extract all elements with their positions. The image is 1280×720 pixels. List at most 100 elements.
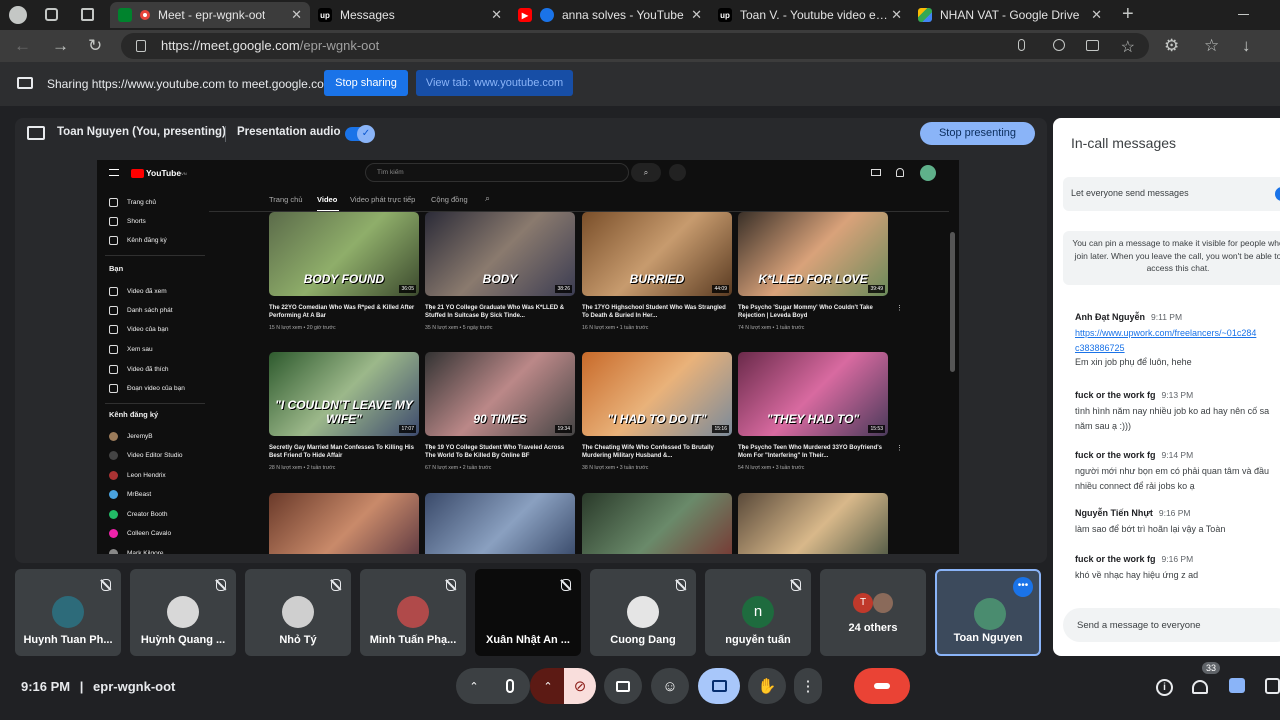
channel-tab[interactable]: Trang chủ bbox=[269, 195, 303, 204]
sidebar-item[interactable]: Video đã thích bbox=[109, 365, 168, 374]
audio-options-button[interactable]: ⌃ bbox=[456, 668, 492, 704]
present-button[interactable] bbox=[698, 668, 740, 704]
close-tab-icon[interactable]: ✕ bbox=[691, 7, 702, 23]
scrollbar[interactable] bbox=[950, 232, 955, 372]
create-icon[interactable] bbox=[871, 169, 881, 176]
participant-tile[interactable]: T 24 others bbox=[820, 569, 926, 656]
participant-tile[interactable]: Minh Tuấn Phạ... bbox=[360, 569, 466, 656]
mic-permission-icon[interactable] bbox=[1018, 39, 1025, 51]
video-thumbnail[interactable]: BURRIED 44:09 bbox=[582, 212, 732, 296]
sidebar-item[interactable]: JeremyB bbox=[109, 432, 153, 441]
channel-tab[interactable]: Video bbox=[317, 195, 337, 204]
channel-tab[interactable]: Cộng đồng bbox=[431, 195, 468, 204]
sidebar-item[interactable]: Video của bạn bbox=[109, 325, 168, 334]
tab-messages[interactable]: up Messages ✕ bbox=[310, 2, 510, 28]
sidebar-item[interactable]: Creator Booth bbox=[109, 510, 167, 519]
tile-options-button[interactable]: ••• bbox=[1013, 577, 1033, 597]
sidebar-item[interactable]: Đoạn video của bạn bbox=[109, 384, 185, 393]
sidebar-item[interactable]: Colleen Cavalo bbox=[109, 529, 171, 538]
chat-button[interactable] bbox=[1229, 678, 1245, 693]
camera-button[interactable]: ⊘ bbox=[564, 668, 596, 704]
voice-search-icon[interactable] bbox=[669, 164, 686, 181]
back-icon[interactable]: ← bbox=[14, 36, 31, 56]
reactions-button[interactable]: ☺ bbox=[651, 668, 689, 704]
video-thumbnail[interactable] bbox=[269, 493, 419, 554]
video-title[interactable]: The 21 YO College Graduate Who Was K*LLE… bbox=[425, 304, 575, 320]
close-tab-icon[interactable]: ✕ bbox=[291, 7, 302, 23]
close-tab-icon[interactable]: ✕ bbox=[891, 7, 902, 23]
send-messages-toggle[interactable] bbox=[1275, 187, 1280, 201]
minimize-icon[interactable] bbox=[1238, 14, 1249, 15]
video-thumbnail[interactable] bbox=[425, 493, 575, 554]
video-menu-icon[interactable]: ⋮ bbox=[896, 444, 903, 452]
more-options-button[interactable]: ⋮ bbox=[794, 668, 822, 704]
sidebar-item[interactable]: Shorts bbox=[109, 217, 146, 226]
youtube-search-icon[interactable]: ⌕ bbox=[631, 163, 661, 182]
video-thumbnail[interactable]: 90 TIMES 19:34 bbox=[425, 352, 575, 436]
new-tab-button[interactable]: + bbox=[1122, 3, 1134, 26]
video-title[interactable]: The Psycho Teen Who Murdered 33YO Boyfri… bbox=[738, 444, 888, 460]
participant-tile[interactable]: ••• Toan Nguyen bbox=[935, 569, 1041, 656]
video-thumbnail[interactable]: "THEY HAD TO" 15:53 bbox=[738, 352, 888, 436]
profile-icon[interactable] bbox=[9, 6, 27, 24]
zoom-icon[interactable] bbox=[1053, 39, 1065, 51]
video-menu-icon[interactable]: ⋮ bbox=[896, 304, 903, 312]
video-title[interactable]: The 19 YO College Student Who Traveled A… bbox=[425, 444, 575, 460]
extensions-icon[interactable]: ⚙ bbox=[1164, 36, 1179, 56]
channel-search-icon[interactable]: ⌕ bbox=[485, 193, 490, 204]
stop-presenting-button[interactable]: Stop presenting bbox=[920, 122, 1035, 145]
account-avatar[interactable] bbox=[920, 165, 936, 181]
video-title[interactable]: The 17YO Highschool Student Who Was Stra… bbox=[582, 304, 732, 320]
meeting-info-icon[interactable]: i bbox=[1156, 679, 1173, 696]
participant-tile[interactable]: Nhỏ Tý bbox=[245, 569, 351, 656]
sidebar-item[interactable]: Video Editor Studio bbox=[109, 451, 183, 460]
sidebar-item[interactable]: Video đã xem bbox=[109, 287, 167, 296]
workspaces-icon[interactable] bbox=[45, 8, 58, 21]
close-tab-icon[interactable]: ✕ bbox=[491, 7, 502, 23]
participant-tile[interactable]: Cuong Dang bbox=[590, 569, 696, 656]
tab-actions-icon[interactable] bbox=[81, 8, 94, 21]
stop-sharing-button[interactable]: Stop sharing bbox=[324, 70, 408, 96]
close-tab-icon[interactable]: ✕ bbox=[1091, 7, 1102, 23]
chat-link[interactable]: c383886725 bbox=[1075, 341, 1280, 356]
video-thumbnail[interactable]: K*LLED FOR LOVE 39:49 bbox=[738, 212, 888, 296]
url-bar[interactable]: https://meet.google.com/epr-wgnk-oot ☆ bbox=[121, 33, 1149, 59]
participant-tile[interactable]: Huỳnh Quang ... bbox=[130, 569, 236, 656]
video-title[interactable]: The Cheating Wife Who Confessed To Bruta… bbox=[582, 444, 732, 460]
sidebar-item[interactable]: Mark Kilgore bbox=[109, 549, 163, 554]
participant-tile[interactable]: Xuân Nhật An ... bbox=[475, 569, 581, 656]
channel-tab[interactable]: Video phát trực tiếp bbox=[350, 195, 415, 204]
video-thumbnail[interactable] bbox=[738, 493, 888, 554]
microphone-button[interactable] bbox=[490, 668, 530, 704]
view-tab-button[interactable]: View tab: www.youtube.com bbox=[416, 70, 573, 96]
video-title[interactable]: The Psycho 'Sugar Mommy' Who Couldn't Ta… bbox=[738, 304, 888, 320]
video-thumbnail[interactable] bbox=[582, 493, 732, 554]
video-thumbnail[interactable]: BODY 38:26 bbox=[425, 212, 575, 296]
sidebar-item[interactable]: Xem sau bbox=[109, 345, 153, 354]
sidebar-item[interactable]: Trang chủ bbox=[109, 198, 156, 207]
video-thumbnail[interactable]: "I COULDN'T LEAVE MY WIFE" 17:07 bbox=[269, 352, 419, 436]
bookmark-star-icon[interactable]: ☆ bbox=[1121, 35, 1135, 61]
video-options-button[interactable]: ⌃ bbox=[530, 668, 566, 704]
chat-link[interactable]: https://www.upwork.com/freelancers/~01c2… bbox=[1075, 326, 1280, 341]
tab-google-drive[interactable]: NHAN VAT - Google Drive ✕ bbox=[910, 2, 1110, 28]
video-title[interactable]: The 22YO Comedian Who Was R*ped & Killed… bbox=[269, 304, 419, 320]
cast-icon[interactable] bbox=[1086, 40, 1099, 51]
people-button[interactable]: 33 bbox=[1190, 662, 1221, 698]
video-thumbnail[interactable]: "I HAD TO DO IT" 15:16 bbox=[582, 352, 732, 436]
participant-tile[interactable]: n nguyễn tuấn bbox=[705, 569, 811, 656]
downloads-icon[interactable]: ↓ bbox=[1242, 36, 1251, 56]
chat-input[interactable]: Send a message to everyone bbox=[1063, 608, 1280, 642]
video-title[interactable]: Secretly Gay Married Man Confesses To Ki… bbox=[269, 444, 419, 460]
notifications-icon[interactable] bbox=[896, 168, 904, 177]
leave-call-button[interactable] bbox=[854, 668, 910, 704]
site-info-icon[interactable] bbox=[136, 40, 146, 52]
forward-icon[interactable]: → bbox=[52, 36, 69, 56]
presentation-audio-toggle[interactable]: ✓ bbox=[345, 125, 375, 143]
tab-upwork-profile[interactable]: up Toan V. - Youtube video editor wi ✕ bbox=[710, 2, 910, 28]
youtube-search-input[interactable]: Tìm kiếm bbox=[365, 163, 629, 182]
captions-button[interactable] bbox=[604, 668, 642, 704]
favorites-icon[interactable]: ☆ bbox=[1204, 36, 1219, 56]
tab-meet[interactable]: Meet - epr-wgnk-oot ✕ bbox=[110, 2, 310, 28]
video-thumbnail[interactable]: BODY FOUND 36:05 bbox=[269, 212, 419, 296]
